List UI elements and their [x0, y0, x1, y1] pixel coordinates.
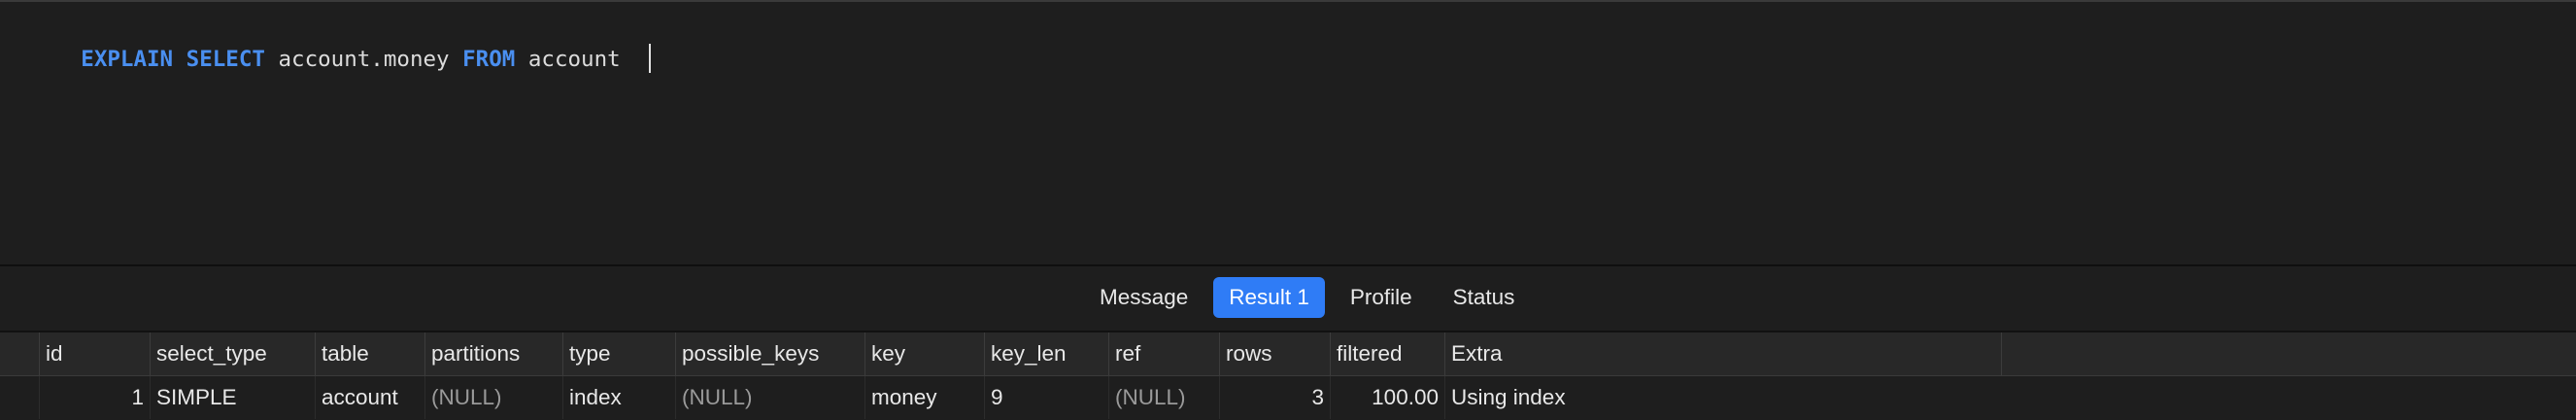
result-grid: id select_type table partitions type pos… [0, 332, 2576, 420]
keyword-from: FROM [462, 47, 516, 72]
column-header-id[interactable]: id [39, 332, 150, 375]
cell-rows[interactable]: 3 [1219, 376, 1330, 419]
cell-key[interactable]: money [864, 376, 984, 419]
grid-header-row: id select_type table partitions type pos… [0, 332, 2576, 376]
cell-type[interactable]: index [562, 376, 675, 419]
column-header-ref[interactable]: ref [1108, 332, 1219, 375]
cell-id[interactable]: 1 [39, 376, 150, 419]
keyword-select: SELECT [186, 47, 265, 72]
cell-partitions[interactable]: (NULL) [424, 376, 562, 419]
sql-query-line[interactable]: EXPLAIN SELECT account.money FROM accoun… [2, 7, 652, 73]
column-header-select-type[interactable]: select_type [150, 332, 315, 375]
grid-end-divider [2001, 332, 2002, 375]
column-header-extra[interactable]: Extra [1444, 332, 2001, 375]
column-header-key[interactable]: key [864, 332, 984, 375]
cell-select-type[interactable]: SIMPLE [150, 376, 315, 419]
query-window: EXPLAIN SELECT account.money FROM accoun… [0, 0, 2576, 420]
query-space [173, 47, 186, 72]
header-gutter [0, 332, 40, 375]
cell-table[interactable]: account [315, 376, 424, 419]
cell-possible-keys[interactable]: (NULL) [675, 376, 864, 419]
tab-message[interactable]: Message [1084, 277, 1203, 318]
column-header-rows[interactable]: rows [1219, 332, 1330, 375]
row-gutter [0, 376, 40, 419]
tab-profile[interactable]: Profile [1335, 277, 1428, 318]
tab-status[interactable]: Status [1438, 277, 1531, 318]
text-cursor [649, 43, 652, 73]
sql-editor[interactable]: EXPLAIN SELECT account.money FROM accoun… [0, 2, 2576, 264]
cell-ref[interactable]: (NULL) [1108, 376, 1219, 419]
column-header-partitions[interactable]: partitions [424, 332, 562, 375]
column-header-filtered[interactable]: filtered [1330, 332, 1444, 375]
column-header-type[interactable]: type [562, 332, 675, 375]
query-table-name: account [515, 47, 634, 72]
cell-key-len[interactable]: 9 [984, 376, 1108, 419]
column-header-possible-keys[interactable]: possible_keys [675, 332, 864, 375]
table-row[interactable]: 1 SIMPLE account (NULL) index (NULL) mon… [0, 376, 2576, 420]
cell-extra[interactable]: Using index [1444, 376, 2001, 419]
cell-filtered[interactable]: 100.00 [1330, 376, 1444, 419]
tab-result-1[interactable]: Result 1 [1213, 277, 1325, 318]
query-select-list: account.money [264, 47, 463, 72]
result-tab-bar: Message Result 1 Profile Status [0, 266, 2576, 331]
keyword-explain: EXPLAIN [81, 47, 174, 72]
column-header-key-len[interactable]: key_len [984, 332, 1108, 375]
column-header-table[interactable]: table [315, 332, 424, 375]
